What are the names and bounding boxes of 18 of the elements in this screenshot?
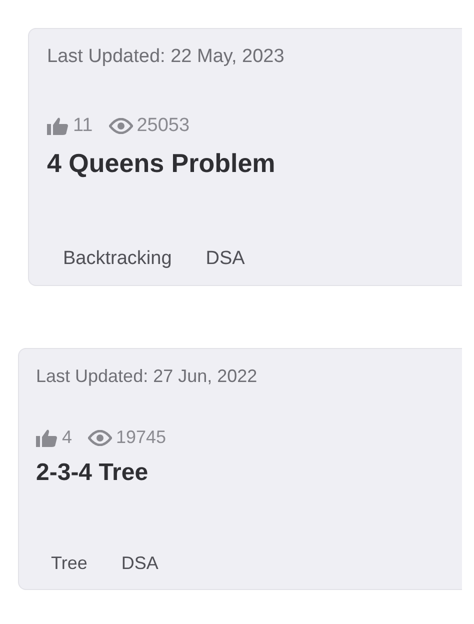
tag-link[interactable]: DSA [206,244,245,273]
like-count: 4 [62,426,72,449]
eye-icon [88,430,112,446]
view-count: 25053 [136,114,190,138]
thumbs-up-icon [47,116,69,135]
like-count: 11 [73,114,93,138]
article-card[interactable]: Last Updated: 27 Jun, 2022 4 19745 2-3-4 Tree Tree DSA [18,348,462,590]
thumbs-up-icon [36,428,58,446]
last-updated-text: Last Updated: 22 May, 2023 [47,45,286,69]
tag-link[interactable]: DSA [121,550,158,577]
article-card[interactable]: Last Updated: 22 May, 2023 11 25053 4 Queens Problem Backtracking DSA [28,28,462,286]
article-title[interactable]: 2-3-4 Tree [36,459,462,488]
view-count: 19745 [116,426,166,449]
tag-link[interactable]: Tree [51,550,88,577]
last-updated-text: Last Updated: 27 Jun, 2022 [36,365,258,388]
tag-link[interactable]: Backtracking [63,244,172,273]
eye-icon [108,118,133,134]
article-title[interactable]: 4 Queens Problem [47,148,462,180]
